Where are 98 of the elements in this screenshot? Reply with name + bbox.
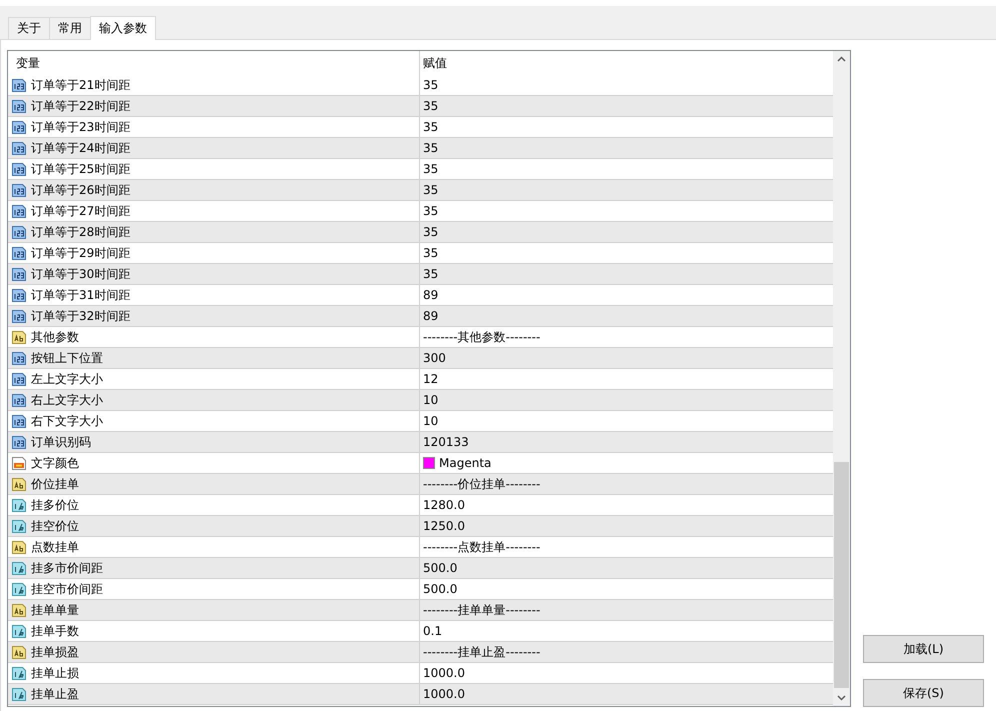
parameter-value[interactable]: 35	[423, 78, 438, 92]
parameter-value[interactable]: 89	[423, 288, 438, 302]
parameter-value[interactable]: 35	[423, 267, 438, 281]
fraction-icon	[11, 518, 27, 534]
parameter-name: 订单等于23时间距	[31, 118, 130, 136]
parameter-value[interactable]: 35	[423, 225, 438, 239]
parameter-name: 订单等于31时间距	[31, 286, 130, 304]
parameter-name: 挂单止损	[31, 664, 79, 682]
parameter-name: 订单等于21时间距	[31, 76, 130, 94]
parameter-value[interactable]: 120133	[423, 435, 469, 449]
tab[interactable]: 关于	[8, 17, 50, 39]
number-icon	[11, 392, 27, 408]
number-icon	[11, 350, 27, 366]
parameter-name: 价位挂单	[31, 476, 79, 492]
parameter-value[interactable]: --------价位挂单--------	[423, 476, 540, 492]
tab[interactable]: 输入参数	[90, 16, 156, 40]
text-icon	[11, 476, 27, 492]
number-icon	[11, 77, 27, 93]
parameter-name: 订单等于22时间距	[31, 98, 130, 114]
parameter-name: 左上文字大小	[31, 370, 103, 388]
parameter-value[interactable]: 500.0	[423, 582, 458, 596]
parameter-value[interactable]: 35	[423, 162, 438, 176]
parameter-name: 挂单损盈	[31, 644, 79, 660]
parameter-name: 文字颜色	[31, 454, 79, 472]
parameter-value[interactable]: --------挂单止盈--------	[423, 644, 540, 660]
text-icon	[11, 644, 27, 660]
text-icon	[11, 329, 27, 345]
number-icon	[11, 287, 27, 303]
fraction-icon	[11, 623, 27, 639]
parameter-name: 右下文字大小	[31, 412, 103, 430]
parameter-value[interactable]: 1000.0	[423, 666, 465, 680]
number-icon	[11, 434, 27, 450]
parameter-name: 点数挂单	[31, 538, 79, 556]
parameter-value[interactable]: 1000.0	[423, 687, 465, 701]
parameter-value[interactable]: --------点数挂单--------	[423, 538, 540, 556]
action-button[interactable]: 加载(L)	[863, 635, 984, 663]
fraction-icon	[11, 581, 27, 597]
fraction-icon	[11, 560, 27, 576]
number-icon	[11, 119, 27, 135]
number-icon	[11, 203, 27, 219]
number-icon	[11, 182, 27, 198]
number-icon	[11, 266, 27, 282]
parameter-value[interactable]: --------其他参数--------	[423, 328, 540, 346]
parameter-name: 订单识别码	[31, 434, 91, 450]
parameter-name: 挂空价位	[31, 518, 79, 534]
parameter-value[interactable]: 35	[423, 204, 438, 218]
number-icon	[11, 98, 27, 114]
parameter-value[interactable]: 35	[423, 120, 438, 134]
fraction-icon	[11, 497, 27, 513]
parameter-value[interactable]: 12	[423, 372, 438, 386]
color-icon	[11, 455, 27, 471]
parameter-name: 按钮上下位置	[31, 350, 103, 366]
fraction-icon	[11, 665, 27, 681]
parameter-value[interactable]: 300	[423, 351, 446, 365]
number-icon	[11, 371, 27, 387]
parameter-value[interactable]: 35	[423, 141, 438, 155]
parameter-value[interactable]: --------挂单单量--------	[423, 602, 540, 618]
parameter-value[interactable]: 1250.0	[423, 519, 465, 533]
parameter-name: 订单等于32时间距	[31, 308, 130, 324]
parameter-name: 订单等于30时间距	[31, 266, 130, 282]
scroll-thumb[interactable]	[834, 462, 849, 688]
parameter-name: 订单等于27时间距	[31, 202, 130, 220]
parameter-name: 挂多市价间距	[31, 560, 103, 576]
text-icon	[11, 539, 27, 555]
parameter-name: 挂单单量	[31, 602, 79, 618]
parameter-value[interactable]: 10	[423, 414, 438, 428]
parameter-value[interactable]: 1280.0	[423, 498, 465, 512]
fraction-icon	[11, 686, 27, 702]
parameter-value[interactable]: 0.1	[423, 624, 442, 638]
column-header: 变量	[16, 54, 40, 72]
number-icon	[11, 413, 27, 429]
parameter-name: 挂单手数	[31, 622, 79, 640]
action-button[interactable]: 保存(S)	[863, 679, 984, 707]
parameter-value[interactable]: 89	[423, 309, 438, 323]
parameter-name: 订单等于28时间距	[31, 224, 130, 240]
parameter-value[interactable]: 35	[423, 183, 438, 197]
parameter-name: 其他参数	[31, 328, 79, 346]
parameter-value[interactable]: 10	[423, 393, 438, 407]
parameter-name: 订单等于25时间距	[31, 160, 130, 178]
parameter-value[interactable]: 500.0	[423, 561, 458, 575]
parameter-value[interactable]: Magenta	[439, 456, 492, 470]
number-icon	[11, 245, 27, 261]
number-icon	[11, 224, 27, 240]
scrollbar[interactable]	[833, 51, 850, 706]
parameter-name: 挂多价位	[31, 496, 79, 514]
number-icon	[11, 308, 27, 324]
parameter-name: 订单等于29时间距	[31, 244, 130, 262]
column-header: 赋值	[423, 54, 447, 72]
parameter-name: 右上文字大小	[31, 392, 103, 408]
parameter-value[interactable]: 35	[423, 246, 438, 260]
parameter-name: 挂单止盈	[31, 686, 79, 702]
parameter-name: 挂空市价间距	[31, 580, 103, 598]
parameter-value[interactable]: 35	[423, 99, 438, 113]
parameter-name: 订单等于26时间距	[31, 182, 130, 198]
number-icon	[11, 161, 27, 177]
number-icon	[11, 140, 27, 156]
parameter-name: 订单等于24时间距	[31, 140, 130, 156]
text-icon	[11, 602, 27, 618]
